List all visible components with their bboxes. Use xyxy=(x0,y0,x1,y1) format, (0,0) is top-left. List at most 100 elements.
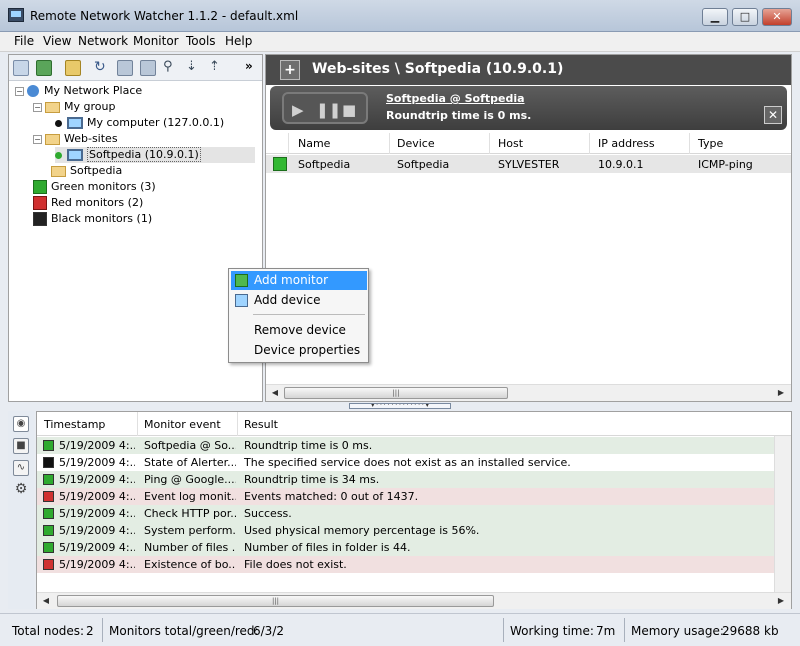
cell-ip: 10.9.0.1 xyxy=(598,158,644,171)
cell-type: ICMP-ping xyxy=(698,158,753,171)
cell-result: File does not exist. xyxy=(244,558,347,571)
tree-item-network-place[interactable]: − My Network Place xyxy=(15,83,142,99)
close-player-icon[interactable]: ✕ xyxy=(764,106,782,124)
log-row[interactable]: 5/19/2009 4:... Check HTTP por... Success. xyxy=(37,505,791,522)
collapse-toggle-icon[interactable]: − xyxy=(15,86,24,96)
column-result[interactable]: Result xyxy=(244,418,278,431)
log-row[interactable]: 5/19/2009 4:... System perform... Used phy… xyxy=(37,522,791,539)
collapse-toggle-icon[interactable]: − xyxy=(33,102,42,112)
cell-result: Used physical memory percentage is 56%. xyxy=(244,524,480,537)
status-green-icon xyxy=(43,525,54,536)
column-event[interactable]: Monitor event xyxy=(144,418,221,431)
menu-view[interactable]: View xyxy=(43,34,71,48)
tree-item-my-computer[interactable]: My computer (127.0.0.1) xyxy=(55,115,224,131)
tree-item-softpedia-folder[interactable]: Softpedia xyxy=(51,163,122,179)
gear-icon[interactable]: ⚙ xyxy=(13,482,29,498)
close-button[interactable]: ✕ xyxy=(762,8,792,26)
column-separator[interactable] xyxy=(137,412,138,436)
menu-divider xyxy=(253,314,365,315)
cell-timestamp: 5/19/2009 4:... xyxy=(59,524,135,537)
tree-item-red-monitors[interactable]: Red monitors (2) xyxy=(33,195,143,211)
sort-down-icon[interactable]: ⇣ xyxy=(186,60,202,76)
total-nodes-label: Total nodes: xyxy=(12,624,85,638)
column-separator[interactable] xyxy=(288,133,289,154)
menu-monitor[interactable]: Monitor xyxy=(133,34,179,48)
play-icon[interactable]: ▶ xyxy=(292,101,304,119)
scroll-right-icon[interactable]: ▶ xyxy=(774,594,788,608)
column-ip[interactable]: IP address xyxy=(598,137,655,150)
add-monitor-icon xyxy=(235,274,248,287)
cell-event: Ping @ Google.... xyxy=(144,473,236,486)
menu-device-properties[interactable]: Device properties xyxy=(231,341,367,360)
column-name[interactable]: Name xyxy=(298,137,330,150)
cell-event: Check HTTP por... xyxy=(144,507,236,520)
new-folder-icon[interactable] xyxy=(13,60,29,76)
table-row[interactable]: Softpedia Softpedia SYLVESTER 10.9.0.1 I… xyxy=(266,155,791,173)
monitor-link[interactable]: Softpedia @ Softpedia xyxy=(386,92,525,105)
column-device[interactable]: Device xyxy=(397,137,435,150)
column-separator[interactable] xyxy=(389,133,390,154)
chart-icon[interactable]: ∿ xyxy=(13,460,29,476)
toolbar-overflow-icon[interactable]: » xyxy=(245,60,261,76)
column-separator[interactable] xyxy=(489,133,490,154)
tree-item-web-sites[interactable]: − Web-sites xyxy=(33,131,118,147)
cut-icon[interactable] xyxy=(65,60,81,76)
menu-add-device[interactable]: Add device xyxy=(231,291,367,310)
log-row[interactable]: 5/19/2009 4:... Number of files ... Number… xyxy=(37,539,791,556)
expand-icon[interactable] xyxy=(117,60,133,76)
log-header: Timestamp Monitor event Result xyxy=(37,412,791,436)
minimize-button[interactable]: ▁ xyxy=(702,8,728,26)
tree-item-softpedia-host[interactable]: Softpedia (10.9.0.1) xyxy=(55,147,255,163)
cell-timestamp: 5/19/2009 4:... xyxy=(59,439,135,452)
add-device-icon[interactable] xyxy=(36,60,52,76)
menu-help[interactable]: Help xyxy=(225,34,252,48)
vertical-scrollbar[interactable] xyxy=(774,436,791,592)
sort-up-icon[interactable]: ⇡ xyxy=(209,60,225,76)
log-row[interactable]: 5/19/2009 4:... Existence of bo... File do… xyxy=(37,556,791,573)
cell-name: Softpedia xyxy=(298,158,351,171)
menu-remove-device[interactable]: Remove device xyxy=(231,321,367,340)
search-icon[interactable]: ⚲ xyxy=(163,60,179,76)
tree-label: My group xyxy=(64,100,116,113)
stop-icon[interactable]: ■ xyxy=(342,101,356,119)
collapse-icon[interactable] xyxy=(140,60,156,76)
splitter-handle[interactable]: ▾ · · · · · · · · · · · · · ▾ xyxy=(349,403,451,409)
tree-item-green-monitors[interactable]: Green monitors (3) xyxy=(33,179,156,195)
menu-file[interactable]: File xyxy=(14,34,34,48)
column-separator[interactable] xyxy=(689,133,690,154)
log-row[interactable]: 5/19/2009 4:... Ping @ Google.... Roundtri… xyxy=(37,471,791,488)
scroll-left-icon[interactable]: ◀ xyxy=(39,594,53,608)
monitors-value: 6/3/2 xyxy=(253,624,284,638)
log-horizontal-scrollbar[interactable]: ◀ ||| ▶ xyxy=(37,592,791,609)
tree-label: Web-sites xyxy=(64,132,118,145)
maximize-button[interactable]: □ xyxy=(732,8,758,26)
log-row[interactable]: 5/19/2009 4:... Event log monit... Events … xyxy=(37,488,791,505)
device-title: Web-sites \ Softpedia (10.9.0.1) xyxy=(312,61,564,77)
menu-tools[interactable]: Tools xyxy=(186,34,216,48)
scroll-thumb[interactable]: ||| xyxy=(284,387,508,399)
working-time-label: Working time: xyxy=(510,624,594,638)
tree-item-my-group[interactable]: − My group xyxy=(33,99,115,115)
scroll-right-icon[interactable]: ▶ xyxy=(774,386,788,400)
refresh-icon[interactable]: ↻ xyxy=(94,60,110,76)
status-divider xyxy=(624,618,625,642)
column-separator[interactable] xyxy=(589,133,590,154)
scroll-left-icon[interactable]: ◀ xyxy=(268,386,282,400)
column-timestamp[interactable]: Timestamp xyxy=(44,418,105,431)
add-monitor-icon[interactable]: + xyxy=(280,60,300,80)
horizontal-scrollbar[interactable]: ◀ ||| ▶ xyxy=(266,384,791,401)
menu-add-monitor[interactable]: Add monitor xyxy=(231,271,367,290)
column-separator[interactable] xyxy=(237,412,238,436)
column-type[interactable]: Type xyxy=(698,137,723,150)
log-row[interactable]: 5/19/2009 4:... State of Alerter... The sp… xyxy=(37,454,791,471)
pause-icon[interactable]: ❚❚ xyxy=(316,101,341,119)
collapse-toggle-icon[interactable]: − xyxy=(33,134,42,144)
log-row[interactable]: 5/19/2009 4:... Softpedia @ So... Roundtri… xyxy=(37,437,791,454)
cell-result: Events matched: 0 out of 1437. xyxy=(244,490,419,503)
scroll-thumb[interactable]: ||| xyxy=(57,595,494,607)
column-host[interactable]: Host xyxy=(498,137,523,150)
eye-icon[interactable]: ◉ xyxy=(13,416,29,432)
tree-item-black-monitors[interactable]: Black monitors (1) xyxy=(33,211,152,227)
stop-square-icon[interactable]: ■ xyxy=(13,438,29,454)
menu-network[interactable]: Network xyxy=(78,34,128,48)
